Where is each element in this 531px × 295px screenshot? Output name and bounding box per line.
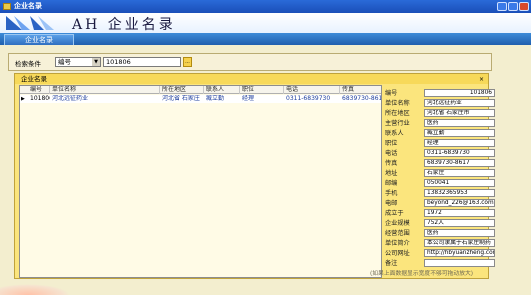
app-window: 企业名录 AH 企业名录 企业名录 检索条件 编号 ▼ 101806 ... 企… [0, 0, 531, 295]
tab-company-directory[interactable]: 企业名录 [4, 34, 74, 45]
column-header[interactable]: 职位 [240, 86, 284, 94]
remark-field[interactable] [424, 259, 495, 267]
cell-company[interactable]: 河北远征药业 [50, 95, 160, 103]
close-button[interactable] [519, 2, 529, 11]
panel-title: 企业名录 × [15, 74, 488, 84]
contact-field[interactable]: 臧立勤 [424, 129, 495, 137]
cell-position[interactable]: 经理 [240, 95, 284, 103]
company-name-field[interactable]: 河北远征药业 [424, 99, 495, 107]
detail-row-industry: 主营行业 医药 [385, 119, 495, 128]
detail-row-region: 所在地区 河北省 石家庄市 [385, 109, 495, 118]
search-panel: 检索条件 编号 ▼ 101806 ... [8, 53, 492, 71]
cell-id[interactable]: 101806 [28, 95, 50, 103]
postcode-field[interactable]: 050041 [424, 179, 495, 187]
cell-fax[interactable]: 6839730-8617 [340, 95, 381, 103]
table-row[interactable]: ▶ 101806 河北远征药业 河北省 石家庄 臧立勤 经理 0311-6839… [20, 95, 381, 103]
window-title: 企业名录 [14, 2, 42, 10]
resize-hint: (如果上面数据显示宽度不够可拖动放大) [370, 271, 474, 277]
minimize-button[interactable] [497, 2, 507, 11]
phone-field[interactable]: 0311-6839730 [424, 149, 495, 157]
cell-region[interactable]: 河北省 石家庄 [160, 95, 204, 103]
detail-row-position: 职位 经理 [385, 139, 495, 148]
row-pointer-icon: ▶ [21, 96, 25, 102]
position-field[interactable]: 经理 [424, 139, 495, 147]
detail-row-fax: 传真 6839730-8617 [385, 159, 495, 168]
detail-row-company: 单位名称 河北远征药业 [385, 99, 495, 108]
cell-phone[interactable]: 0311-6839730 [284, 95, 340, 103]
detail-row-phone: 电话 0311-6839730 [385, 149, 495, 158]
region-field[interactable]: 河北省 石家庄市 [424, 109, 495, 117]
browse-button[interactable]: ... [183, 57, 192, 67]
website-field[interactable]: http://hbyuanzheng.com/ [424, 249, 495, 257]
detail-row-remark: 备注 [385, 259, 495, 268]
intro-field[interactable]: 本公司隶属于石家庄制药 [424, 239, 495, 247]
detail-row-scope: 经营范围 医药 [385, 229, 495, 238]
email-field[interactable]: beyond_226@163.com [424, 199, 495, 207]
window-controls [497, 2, 529, 11]
column-header[interactable]: 电话 [284, 86, 340, 94]
industry-field[interactable]: 医药 [424, 119, 495, 127]
search-label: 检索条件 [15, 60, 41, 68]
directory-panel: 企业名录 × 编号 单位名称 所在地区 联系人 职位 电话 传真 ▶ 10180… [14, 73, 495, 279]
detail-row-email: 电邮 beyond_226@163.com [385, 199, 495, 207]
column-header[interactable]: 所在地区 [160, 86, 204, 94]
detail-row-scale: 企业规模 752人 [385, 219, 495, 228]
address-field[interactable]: 石家庄 [424, 169, 495, 177]
chevron-down-icon[interactable]: ▼ [92, 58, 100, 66]
detail-row-founded: 成立于 1972 [385, 209, 495, 218]
business-scope-field[interactable]: 医药 [424, 229, 495, 237]
detail-row-intro: 单位简介 本公司隶属于石家庄制药 [385, 239, 495, 248]
search-field-select[interactable]: 编号 ▼ [55, 57, 101, 67]
fax-field[interactable]: 6839730-8617 [424, 159, 495, 167]
tab-bar: 企业名录 [0, 33, 531, 45]
column-header[interactable]: 编号 [28, 86, 50, 94]
column-header[interactable]: 联系人 [204, 86, 240, 94]
panel-close-icon[interactable]: × [479, 75, 484, 85]
column-header[interactable]: 单位名称 [50, 86, 160, 94]
id-field[interactable]: 101806 [424, 89, 495, 97]
scale-field[interactable]: 752人 [424, 219, 495, 227]
column-header[interactable]: 传真 [340, 86, 381, 94]
maximize-button[interactable] [508, 2, 518, 11]
detail-row-mobile: 手机 13832365953 [385, 189, 495, 198]
grid-header: 编号 单位名称 所在地区 联系人 职位 电话 传真 [20, 86, 381, 94]
cell-contact[interactable]: 臧立勤 [204, 95, 240, 103]
title-bar[interactable]: 企业名录 [0, 0, 531, 13]
banner-title: AH 企业名录 [72, 17, 176, 33]
mobile-field[interactable]: 13832365953 [424, 189, 495, 197]
detail-row-id: 编号 101806 [385, 89, 495, 98]
search-keyword-input[interactable]: 101806 [103, 57, 181, 67]
company-grid[interactable]: 编号 单位名称 所在地区 联系人 职位 电话 传真 ▶ 101806 河北远征药… [19, 85, 382, 278]
banner: AH 企业名录 [0, 13, 531, 33]
app-icon [3, 3, 11, 10]
detail-row-postcode: 邮编 050041 [385, 179, 495, 188]
decorative-glow [0, 284, 70, 295]
detail-row-contact: 联系人 臧立勤 [385, 129, 495, 138]
founded-field[interactable]: 1972 [424, 209, 495, 217]
detail-row-address: 地址 石家庄 [385, 169, 495, 178]
brand-logo-icon [6, 16, 54, 30]
detail-row-website: 公司网址 http://hbyuanzheng.com/ [385, 249, 495, 257]
